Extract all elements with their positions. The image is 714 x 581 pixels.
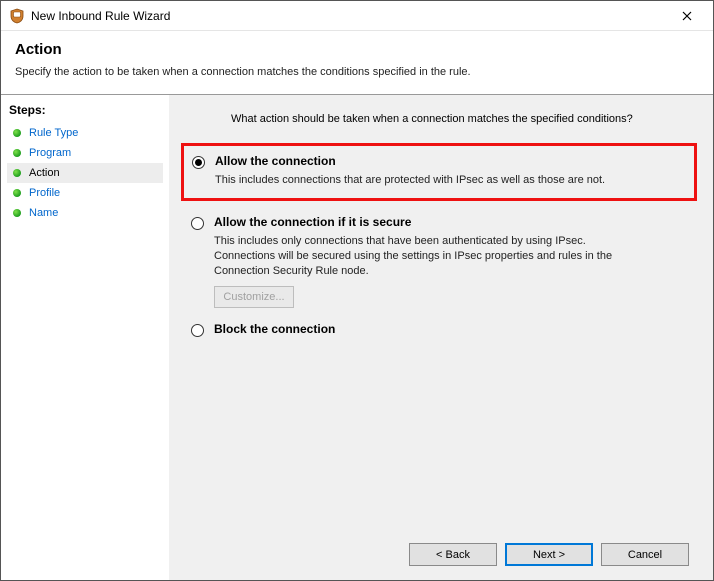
wizard-window: New Inbound Rule Wizard Action Specify t… bbox=[0, 0, 714, 581]
radio-row[interactable]: Allow the connection if it is secure bbox=[191, 215, 697, 230]
option-allow: Allow the connection This includes conne… bbox=[181, 143, 697, 201]
bullet-icon bbox=[13, 129, 21, 137]
step-label: Action bbox=[29, 167, 60, 179]
step-label: Profile bbox=[29, 187, 60, 199]
option-allow-secure: Allow the connection if it is secure Thi… bbox=[181, 215, 697, 323]
step-rule-type[interactable]: Rule Type bbox=[7, 123, 163, 143]
option-desc: This includes connections that are prote… bbox=[215, 173, 645, 188]
bullet-icon bbox=[13, 169, 21, 177]
radio-allow-secure[interactable] bbox=[191, 217, 204, 230]
steps-title: Steps: bbox=[7, 103, 163, 123]
app-icon bbox=[9, 8, 25, 24]
option-desc: This includes only connections that have… bbox=[214, 234, 644, 279]
steps-sidebar: Steps: Rule Type Program Action Profile … bbox=[1, 95, 169, 580]
step-label: Rule Type bbox=[29, 127, 78, 139]
bullet-icon bbox=[13, 189, 21, 197]
step-label: Name bbox=[29, 207, 58, 219]
bullet-icon bbox=[13, 149, 21, 157]
footer-buttons: < Back Next > Cancel bbox=[181, 533, 697, 580]
close-button[interactable] bbox=[667, 1, 707, 31]
option-title: Allow the connection if it is secure bbox=[214, 215, 411, 229]
radio-row[interactable]: Allow the connection bbox=[192, 154, 686, 169]
option-title: Allow the connection bbox=[215, 154, 336, 168]
step-profile[interactable]: Profile bbox=[7, 183, 163, 203]
body: Steps: Rule Type Program Action Profile … bbox=[1, 95, 713, 580]
option-title: Block the connection bbox=[214, 322, 335, 336]
radio-block[interactable] bbox=[191, 324, 204, 337]
header: Action Specify the action to be taken wh… bbox=[1, 31, 713, 94]
back-button[interactable]: < Back bbox=[409, 543, 497, 566]
step-action[interactable]: Action bbox=[7, 163, 163, 183]
option-block: Block the connection bbox=[181, 322, 697, 351]
step-label: Program bbox=[29, 147, 71, 159]
page-title: Action bbox=[15, 41, 699, 58]
next-button[interactable]: Next > bbox=[505, 543, 593, 566]
step-program[interactable]: Program bbox=[7, 143, 163, 163]
titlebar: New Inbound Rule Wizard bbox=[1, 1, 713, 31]
step-name[interactable]: Name bbox=[7, 203, 163, 223]
prompt-text: What action should be taken when a conne… bbox=[181, 113, 697, 143]
customize-button: Customize... bbox=[214, 286, 294, 308]
bullet-icon bbox=[13, 209, 21, 217]
radio-allow[interactable] bbox=[192, 156, 205, 169]
content-pane: What action should be taken when a conne… bbox=[169, 95, 713, 580]
radio-row[interactable]: Block the connection bbox=[191, 322, 697, 337]
cancel-button[interactable]: Cancel bbox=[601, 543, 689, 566]
page-subtitle: Specify the action to be taken when a co… bbox=[15, 66, 699, 78]
window-title: New Inbound Rule Wizard bbox=[31, 9, 667, 23]
